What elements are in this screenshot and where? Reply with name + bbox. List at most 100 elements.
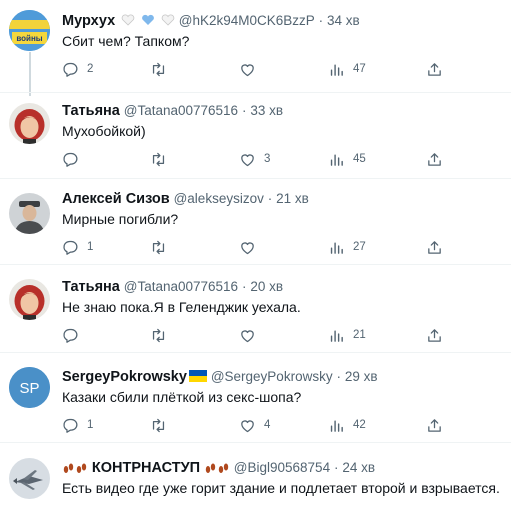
share-button[interactable] (426, 237, 443, 257)
white-heart-icon (121, 14, 135, 26)
share-button[interactable] (426, 149, 443, 169)
reply-icon (63, 240, 78, 255)
reply-icon (63, 328, 78, 343)
retweet-button[interactable] (150, 237, 175, 257)
like-button[interactable] (239, 59, 264, 79)
action-bar: 1 4 42 (62, 415, 502, 435)
separator-dot: · (333, 460, 339, 475)
share-icon (428, 152, 441, 166)
tweet[interactable]: Татьяна @Tatana00776516 · 33 хв Мухобойк… (0, 92, 511, 178)
tweet[interactable]: КОНТРНАСТУП @Bigl90568754 · 24 хв Есть в… (0, 442, 511, 509)
views-button[interactable]: 45 (328, 149, 366, 169)
tweet[interactable]: Татьяна @Tatana00776516 · 20 хв Не знаю … (0, 264, 511, 352)
tweet[interactable]: войны Мурхух @hK2k94M0CK6BzzP · 34 хв Сб… (0, 0, 511, 92)
views-button[interactable]: 42 (328, 415, 366, 435)
timestamp[interactable]: 20 хв (250, 279, 283, 294)
avatar[interactable]: войны (9, 10, 50, 51)
separator-dot: · (267, 191, 273, 206)
reply-button[interactable]: 2 (62, 59, 93, 79)
retweet-button[interactable] (150, 59, 175, 79)
tweet-text: Не знаю пока.Я в Геленджик уехала. (62, 299, 301, 315)
tweet-text: Есть видео где уже горит здание и подлет… (62, 480, 500, 496)
avatar-caption: войны (16, 34, 42, 43)
tweet-text: Сбит чем? Тапком? (62, 33, 190, 49)
avatar-initials: SP (19, 380, 39, 397)
retweet-button[interactable] (150, 149, 175, 169)
reply-button[interactable] (62, 149, 87, 169)
views-icon (330, 420, 343, 432)
like-button[interactable] (239, 325, 264, 345)
timestamp[interactable]: 29 хв (345, 369, 378, 384)
reply-count: 1 (87, 241, 94, 253)
views-icon (330, 330, 343, 342)
retweet-icon (152, 240, 165, 254)
tweet-text: Мухобойкой) (62, 123, 146, 139)
like-icon (241, 241, 254, 254)
views-icon (330, 242, 343, 254)
display-name[interactable]: Татьяна (62, 279, 120, 295)
handle[interactable]: @SergeyPokrowsky (211, 369, 333, 384)
timestamp[interactable]: 24 хв (342, 460, 375, 475)
tweet-header: КОНТРНАСТУП @Bigl90568754 · 24 хв (62, 457, 375, 477)
retweet-icon (152, 152, 165, 166)
avatar[interactable] (9, 193, 50, 234)
views-count: 45 (353, 153, 366, 165)
views-icon (330, 64, 343, 76)
ukraine-flag-icon (188, 370, 207, 382)
display-name[interactable]: Мурхух (62, 13, 115, 29)
like-count: 3 (264, 153, 271, 165)
display-name[interactable]: КОНТРНАСТУП (92, 460, 200, 476)
handle[interactable]: @Tatana00776516 (124, 103, 238, 118)
separator-dot: · (336, 369, 341, 384)
reply-button[interactable] (62, 325, 87, 345)
like-button[interactable] (239, 237, 264, 257)
share-button[interactable] (426, 59, 443, 79)
reply-button[interactable]: 1 (62, 237, 93, 257)
views-button[interactable]: 47 (328, 59, 366, 79)
tweet[interactable]: SP SergeyPokrowsky @SergeyPokrowsky · 29… (0, 352, 511, 442)
avatar-image (9, 458, 50, 499)
retweet-button[interactable] (150, 325, 175, 345)
timestamp[interactable]: 33 хв (250, 103, 283, 118)
handle[interactable]: @Tatana00776516 (124, 279, 238, 294)
handle[interactable]: @alekseysizov (174, 191, 264, 206)
like-button[interactable]: 3 (239, 149, 270, 169)
avatar-image: SP (9, 367, 50, 408)
avatar[interactable] (9, 279, 50, 320)
timestamp[interactable]: 21 хв (276, 191, 309, 206)
tweet[interactable]: Алексей Сизов @alekseysizov · 21 хв Мирн… (0, 178, 511, 264)
reply-count: 1 (87, 419, 94, 431)
views-count: 21 (353, 329, 366, 341)
handle[interactable]: @Bigl90568754 (234, 460, 330, 475)
display-name[interactable]: Алексей Сизов (62, 191, 170, 207)
separator-dot: · (318, 13, 324, 28)
action-bar: 3 45 (62, 149, 502, 169)
avatar-image: войны (9, 10, 50, 51)
views-button[interactable]: 27 (328, 237, 366, 257)
share-button[interactable] (426, 415, 443, 435)
reply-button[interactable]: 1 (62, 415, 93, 435)
handle[interactable]: @hK2k94M0CK6BzzP (179, 13, 315, 28)
like-icon (241, 419, 254, 432)
avatar-image (9, 103, 50, 144)
share-icon (428, 240, 441, 254)
share-icon (428, 62, 441, 76)
avatar[interactable] (9, 458, 50, 499)
avatar[interactable] (9, 103, 50, 144)
display-name[interactable]: Татьяна (62, 103, 120, 119)
display-name[interactable]: SergeyPokrowsky (62, 369, 187, 385)
like-icon (241, 153, 254, 166)
reply-count: 2 (87, 63, 94, 75)
retweet-icon (152, 62, 165, 76)
timestamp[interactable]: 34 хв (327, 13, 360, 28)
avatar[interactable]: SP (9, 367, 50, 408)
like-button[interactable]: 4 (239, 415, 270, 435)
tweet-header: Татьяна @Tatana00776516 · 20 хв (62, 276, 283, 296)
share-button[interactable] (426, 325, 443, 345)
white-heart-icon (161, 14, 175, 26)
retweet-button[interactable] (150, 415, 175, 435)
views-button[interactable]: 21 (328, 325, 366, 345)
views-icon (330, 154, 343, 166)
tweet-text: Мирные погибли? (62, 211, 179, 227)
share-icon (428, 328, 441, 342)
